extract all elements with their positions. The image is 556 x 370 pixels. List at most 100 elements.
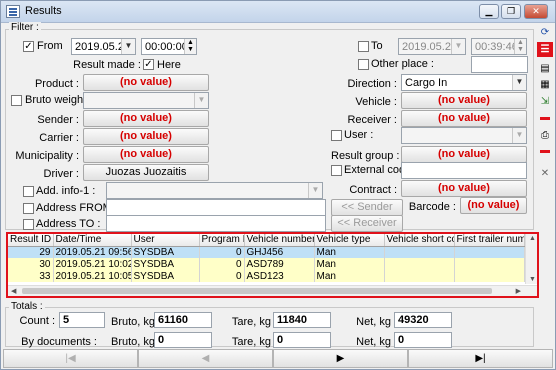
cell-short-code[interactable] bbox=[384, 270, 455, 282]
cell-vehicle-number[interactable]: ASD789 bbox=[244, 258, 315, 270]
address-from-input[interactable] bbox=[106, 199, 326, 216]
address-to-checkbox[interactable] bbox=[23, 219, 34, 230]
delete-icon[interactable]: ▬ bbox=[537, 143, 553, 158]
contract-select-button[interactable]: (no value) bbox=[401, 180, 527, 197]
to-date-picker[interactable]: 2019.05.23 ▼ bbox=[398, 38, 466, 55]
minus-icon[interactable]: ▬ bbox=[537, 110, 553, 125]
minimize-button[interactable]: ▁ bbox=[479, 4, 499, 19]
cell-program-id[interactable]: 0 bbox=[199, 258, 245, 270]
cell-vehicle-type[interactable]: Man bbox=[314, 246, 385, 258]
cell-user[interactable]: SYSDBA bbox=[131, 246, 200, 258]
external-code-input[interactable] bbox=[401, 162, 527, 179]
spin-arrows-icon[interactable]: ▲ ▼ bbox=[514, 39, 526, 54]
municipality-select-button[interactable]: (no value) bbox=[83, 146, 209, 163]
cell-short-code[interactable] bbox=[384, 258, 455, 270]
copy-receiver-button[interactable]: << Receiver bbox=[331, 215, 403, 232]
column-header[interactable]: First trailer number bbox=[454, 234, 525, 247]
column-header[interactable]: Date/Time bbox=[53, 234, 132, 247]
column-header[interactable]: Vehicle short code bbox=[384, 234, 455, 247]
bruto-weighter-checkbox[interactable] bbox=[11, 95, 22, 106]
column-header[interactable]: Vehicle number bbox=[244, 234, 315, 247]
cell-datetime[interactable]: 2019.05.21 10:02:55 bbox=[53, 258, 132, 270]
scroll-down-icon[interactable]: ▼ bbox=[529, 276, 536, 283]
previous-record-button[interactable]: ◀ bbox=[138, 349, 273, 368]
copy-sender-button[interactable]: << Sender bbox=[331, 199, 403, 216]
scroll-up-icon[interactable]: ▲ bbox=[529, 235, 536, 242]
cell-vehicle-type[interactable]: Man bbox=[314, 270, 385, 282]
cell-vehicle-number[interactable]: GHJ456 bbox=[244, 246, 315, 258]
cell-result-id[interactable]: 30 bbox=[8, 258, 54, 270]
last-record-button[interactable]: ▶| bbox=[408, 349, 553, 368]
cell-trailer[interactable] bbox=[454, 246, 525, 258]
table-row[interactable]: 33 2019.05.21 10:05:39 SYSDBA 0 ASD123 M… bbox=[8, 270, 525, 282]
column-header[interactable]: Vehicle type bbox=[314, 234, 385, 247]
to-checkbox[interactable] bbox=[358, 41, 369, 52]
column-header[interactable]: Result ID bbox=[8, 234, 54, 247]
address-to-input[interactable] bbox=[106, 215, 326, 232]
vehicle-select-button[interactable]: (no value) bbox=[401, 92, 527, 109]
column-header[interactable]: Program ID bbox=[199, 234, 245, 247]
receiver-select-button[interactable]: (no value) bbox=[401, 110, 527, 127]
cell-short-code[interactable] bbox=[384, 246, 455, 258]
chevron-down-icon[interactable]: ▼ bbox=[512, 75, 526, 90]
external-code-checkbox[interactable] bbox=[331, 165, 342, 176]
add-info-checkbox[interactable] bbox=[23, 186, 34, 197]
scroll-thumb[interactable] bbox=[22, 288, 492, 294]
cell-datetime[interactable]: 2019.05.21 10:05:39 bbox=[53, 270, 132, 282]
chevron-down-icon[interactable]: ▼ bbox=[194, 93, 208, 108]
cell-result-id[interactable]: 33 bbox=[8, 270, 54, 282]
user-checkbox[interactable] bbox=[331, 130, 342, 141]
print-icon[interactable]: ⎙ bbox=[537, 128, 553, 143]
cell-user[interactable]: SYSDBA bbox=[131, 270, 200, 282]
chevron-down-icon[interactable]: ▼ bbox=[308, 183, 322, 198]
from-time-spinner[interactable]: 00:00:00 ▲ ▼ bbox=[141, 38, 197, 55]
chevron-down-icon[interactable]: ▼ bbox=[512, 128, 526, 143]
cell-datetime[interactable]: 2019.05.21 09:56:50 bbox=[53, 246, 132, 258]
bruto-weighter-select[interactable]: ▼ bbox=[83, 92, 209, 109]
spin-arrows-icon[interactable]: ▲ ▼ bbox=[184, 39, 196, 54]
restore-button[interactable]: ❐ bbox=[501, 4, 521, 19]
column-header[interactable]: User bbox=[131, 234, 200, 247]
cell-vehicle-type[interactable]: Man bbox=[314, 258, 385, 270]
cell-trailer[interactable] bbox=[454, 270, 525, 282]
horizontal-scrollbar[interactable]: ◀ ▶ bbox=[8, 285, 537, 296]
cell-result-id[interactable]: 29 bbox=[8, 246, 54, 258]
from-checkbox[interactable]: ✓ bbox=[23, 41, 34, 52]
barcode-select-button[interactable]: (no value) bbox=[460, 197, 527, 214]
scroll-right-icon[interactable]: ▶ bbox=[516, 287, 521, 295]
result-group-select-button[interactable]: (no value) bbox=[401, 146, 527, 163]
export-icon[interactable]: ⇲ bbox=[537, 94, 553, 109]
chevron-down-icon[interactable]: ▼ bbox=[121, 39, 135, 54]
refresh-icon[interactable]: ⟳ bbox=[537, 25, 553, 40]
first-record-button[interactable]: |◀ bbox=[3, 349, 138, 368]
document-icon[interactable]: ▤ bbox=[537, 61, 553, 76]
table-icon[interactable]: ▦ bbox=[537, 77, 553, 92]
close-icon[interactable]: ✕ bbox=[537, 166, 553, 181]
direction-select[interactable]: Cargo In ▼ bbox=[401, 74, 527, 91]
driver-select-button[interactable]: Juozas Juozaitis bbox=[83, 164, 209, 181]
sender-select-button[interactable]: (no value) bbox=[83, 110, 209, 127]
cell-trailer[interactable] bbox=[454, 258, 525, 270]
close-button[interactable]: ✕ bbox=[524, 4, 548, 19]
chevron-down-icon[interactable]: ▼ bbox=[451, 39, 465, 54]
other-place-checkbox[interactable] bbox=[358, 59, 369, 70]
filter-icon[interactable]: ☰ bbox=[537, 42, 553, 57]
cell-vehicle-number[interactable]: ASD123 bbox=[244, 270, 315, 282]
other-place-input[interactable] bbox=[471, 56, 528, 73]
next-record-button[interactable]: ▶ bbox=[273, 349, 408, 368]
from-date-picker[interactable]: 2019.05.21 ▼ bbox=[71, 38, 136, 55]
add-info-select[interactable]: ▼ bbox=[106, 182, 323, 199]
carrier-select-button[interactable]: (no value) bbox=[83, 128, 209, 145]
user-select[interactable]: ▼ bbox=[401, 127, 527, 144]
here-checkbox[interactable]: ✓ bbox=[143, 59, 154, 70]
scroll-left-icon[interactable]: ◀ bbox=[11, 287, 16, 295]
vertical-scrollbar[interactable]: ▲ ▼ bbox=[525, 234, 537, 284]
table-row[interactable]: 30 2019.05.21 10:02:55 SYSDBA 0 ASD789 M… bbox=[8, 258, 525, 270]
product-select-button[interactable]: (no value) bbox=[83, 74, 209, 91]
cell-program-id[interactable]: 0 bbox=[199, 246, 245, 258]
table-row[interactable]: 29 2019.05.21 09:56:50 SYSDBA 0 GHJ456 M… bbox=[8, 246, 525, 258]
to-time-spinner[interactable]: 00:39:46 ▲ ▼ bbox=[471, 38, 527, 55]
address-from-checkbox[interactable] bbox=[23, 203, 34, 214]
cell-user[interactable]: SYSDBA bbox=[131, 258, 200, 270]
cell-program-id[interactable]: 0 bbox=[199, 270, 245, 282]
